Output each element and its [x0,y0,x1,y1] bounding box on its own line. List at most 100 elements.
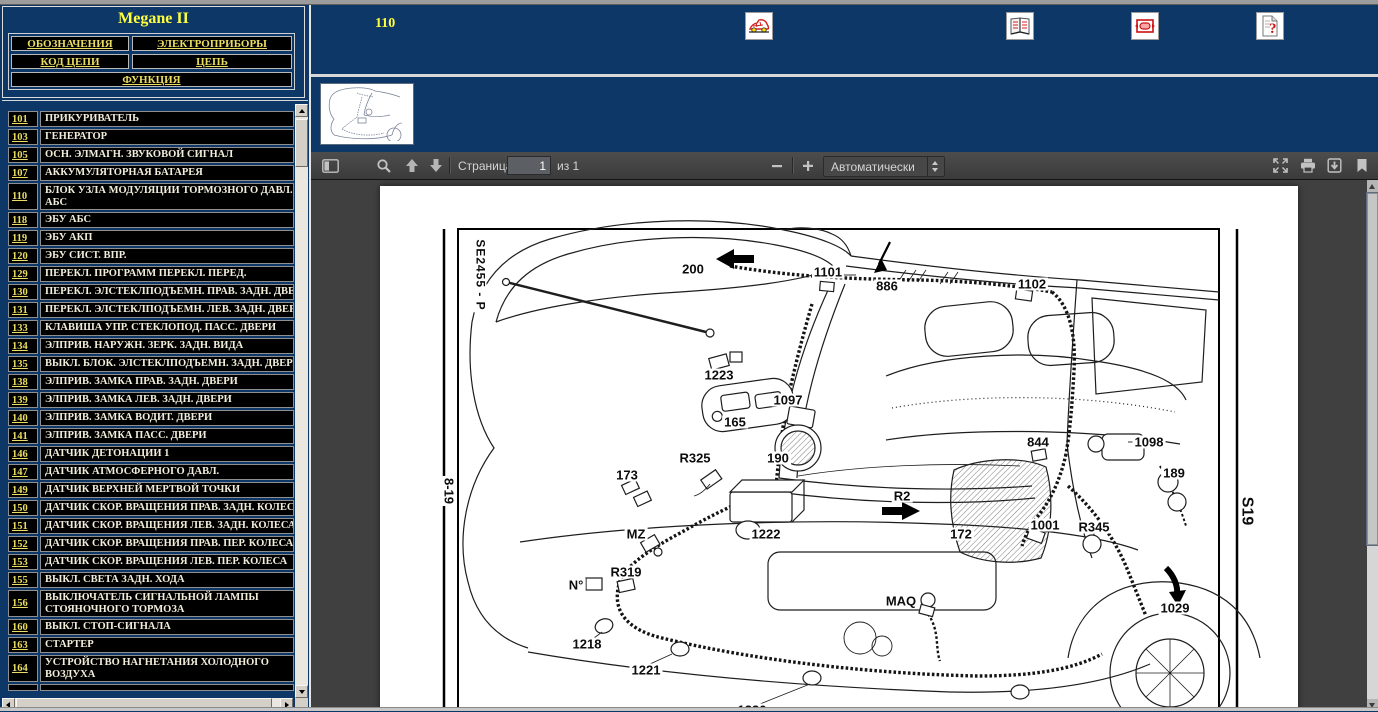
component-description: ЭБУ АБС [40,212,294,228]
wiring-book-icon[interactable] [1006,12,1034,40]
diagram-label-1223: 1223 [702,367,736,383]
scroll-up-button[interactable] [295,104,308,117]
list-item: 135 ВЫКЛ. БЛОК. ЭЛСТЕКЛПОДЪЕМН. ЗАДН. ДВЕ… [8,356,294,372]
component-code-link[interactable]: 163 [12,640,28,651]
list-item-clipped [8,684,294,691]
arrow-up-icon [406,159,418,172]
nav-button-funktsiya[interactable]: ФУНКЦИЯ [11,72,292,87]
diagram-label-844: 844 [1025,434,1051,450]
component-code-link[interactable]: 103 [12,132,28,143]
component-code-link[interactable]: 119 [12,233,27,244]
panel-divider [309,4,311,711]
diagram-label-173: 173 [614,467,640,483]
pdf-vertical-scrollbar[interactable] [1366,180,1378,711]
zoom-out-button[interactable] [766,155,788,176]
list-item: 153 ДАТЧИК СКОР. ВРАЩЕНИЯ ЛЕВ. ПЕР. КОЛЕС… [8,554,294,570]
list-item: 164 УСТРОЙСТВО НАГНЕТАНИЯ ХОЛОДНОГО ВОЗДУ… [8,655,294,682]
component-code-link[interactable]: 155 [12,575,28,586]
diagram-label-R319: R319 [608,564,644,580]
component-code-link[interactable]: 147 [12,467,28,478]
list-item: 160 ВЫКЛ. СТОП-СИГНАЛА [8,619,294,635]
component-code-link[interactable]: 146 [12,449,28,460]
diagram-label-8-19: 8-19 [441,475,457,507]
component-code-link[interactable]: 160 [12,622,28,633]
next-page-button[interactable] [425,155,447,176]
component-code-link[interactable]: 141 [12,431,28,442]
component-code-link[interactable]: 156 [12,598,28,609]
diagram-label-1102: 1102 [1015,276,1049,292]
component-code-link[interactable]: 152 [12,539,28,550]
component-code-link[interactable]: 139 [12,395,28,406]
component-description: ДАТЧИК СКОР. ВРАЩЕНИЯ ЛЕВ. ЗАДН. КОЛЕСА [40,518,294,534]
component-code-link[interactable]: 129 [12,269,28,280]
help-icon[interactable]: ? [1256,12,1284,40]
car-schematic-icon[interactable] [745,12,773,40]
nav-button-kod-tsepi[interactable]: КОД ЦЕПИ [11,54,129,69]
triangle-up-icon [1369,184,1375,189]
list-item: 107 АККУМУЛЯТОРНАЯ БАТАРЕЯ [8,165,294,181]
pdf-viewer: Страница: из 1 Автоматически [311,152,1378,711]
diagram-thumbnail[interactable] [320,83,414,145]
list-item: 139 ЭЛПРИВ. ЗАМКА ЛЕВ. ЗАДН. ДВЕРИ [8,392,294,408]
page-number-input[interactable] [507,156,551,175]
triangle-up-icon [299,109,305,113]
scroll-thumb[interactable] [295,119,308,167]
zoom-mode-value: Автоматически [831,159,915,174]
window-top-edge [0,0,1378,5]
list-item: 163 СТАРТЕР [8,637,294,653]
component-code-link[interactable]: 140 [12,413,28,424]
component-code-link[interactable]: 118 [12,215,27,226]
triangle-down-icon [299,690,305,694]
component-code-link[interactable]: 149 [12,485,28,496]
component-code-link[interactable]: 120 [12,251,28,262]
diagram-label-886: 886 [874,278,900,294]
sidebar-toggle-button[interactable] [319,155,341,176]
pdf-viewport[interactable]: SE2455 - P 8-19 S19 200 1101 886 1102 1223 1097 1… [311,180,1378,711]
search-button[interactable] [373,155,395,176]
component-description: ЭЛПРИВ. ЗАМКА ЛЕВ. ЗАДН. ДВЕРИ [40,392,294,408]
page-total: из 1 [557,159,580,173]
scroll-thumb[interactable] [1366,192,1378,546]
presentation-mode-button[interactable] [1269,155,1291,176]
list-item: 134 ЭЛПРИВ. НАРУЖН. ЗЕРК. ЗАДН. ВИДА [8,338,294,354]
component-code-link[interactable]: 133 [12,323,28,334]
scroll-up-button[interactable] [1367,180,1378,192]
zoom-in-button[interactable] [797,155,819,176]
nav-button-electropribory[interactable]: ЭЛЕКТРОПРИБОРЫ [132,36,292,51]
component-code-link[interactable]: 135 [12,359,28,370]
component-code-link[interactable]: 151 [12,521,28,532]
component-code-link[interactable]: 130 [12,287,28,298]
diagram-label-1097: 1097 [771,392,805,408]
component-code-link[interactable]: 164 [12,663,28,674]
zoom-mode-select[interactable]: Автоматически [823,156,945,177]
nav-button-oboznacheniya[interactable]: ОБОЗНАЧЕНИЯ [11,36,129,51]
component-description: ДАТЧИК ВЕРХНЕЙ МЕРТВОЙ ТОЧКИ [40,482,294,498]
previous-page-button[interactable] [401,155,423,176]
diagram-label-1029: 1029 [1158,600,1192,616]
component-code-link[interactable]: 138 [12,377,28,388]
component-description: ВЫКЛ. СТОП-СИГНАЛА [40,619,294,635]
component-code-link[interactable]: 107 [12,168,28,179]
component-locator-icon[interactable] [1131,12,1159,40]
component-code-link[interactable]: 134 [12,341,28,352]
print-button[interactable] [1297,155,1319,176]
list-item: 129 ПЕРЕКЛ. ПРОГРАММ ПЕРЕКЛ. ПЕРЕД. [8,266,294,282]
component-list-vertical-scrollbar[interactable] [295,104,308,698]
component-code-link[interactable]: 131 [12,305,28,316]
list-item: 149 ДАТЧИК ВЕРХНЕЙ МЕРТВОЙ ТОЧКИ [8,482,294,498]
list-item: 110 БЛОК УЗЛА МОДУЛЯЦИИ ТОРМОЗНОГО ДАВЛ. … [8,183,294,210]
diagram-label-1218: 1218 [570,636,604,652]
download-button[interactable] [1323,155,1345,176]
scroll-track[interactable] [295,117,308,685]
component-code-link[interactable]: 105 [12,150,28,161]
component-code-link[interactable]: 101 [12,114,28,125]
scroll-down-button[interactable] [295,685,308,698]
diagram-label-189: 189 [1161,465,1187,481]
component-code-link[interactable]: 153 [12,557,28,568]
component-code-link[interactable]: 150 [12,503,28,514]
list-item: 147 ДАТЧИК АТМОСФЕРНОГО ДАВЛ. [8,464,294,480]
component-code-link[interactable]: 110 [12,191,27,202]
nav-button-tsep[interactable]: ЦЕПЬ [132,54,292,69]
bookmark-button[interactable] [1351,155,1373,176]
top-bar: 110 ? [311,4,1378,74]
